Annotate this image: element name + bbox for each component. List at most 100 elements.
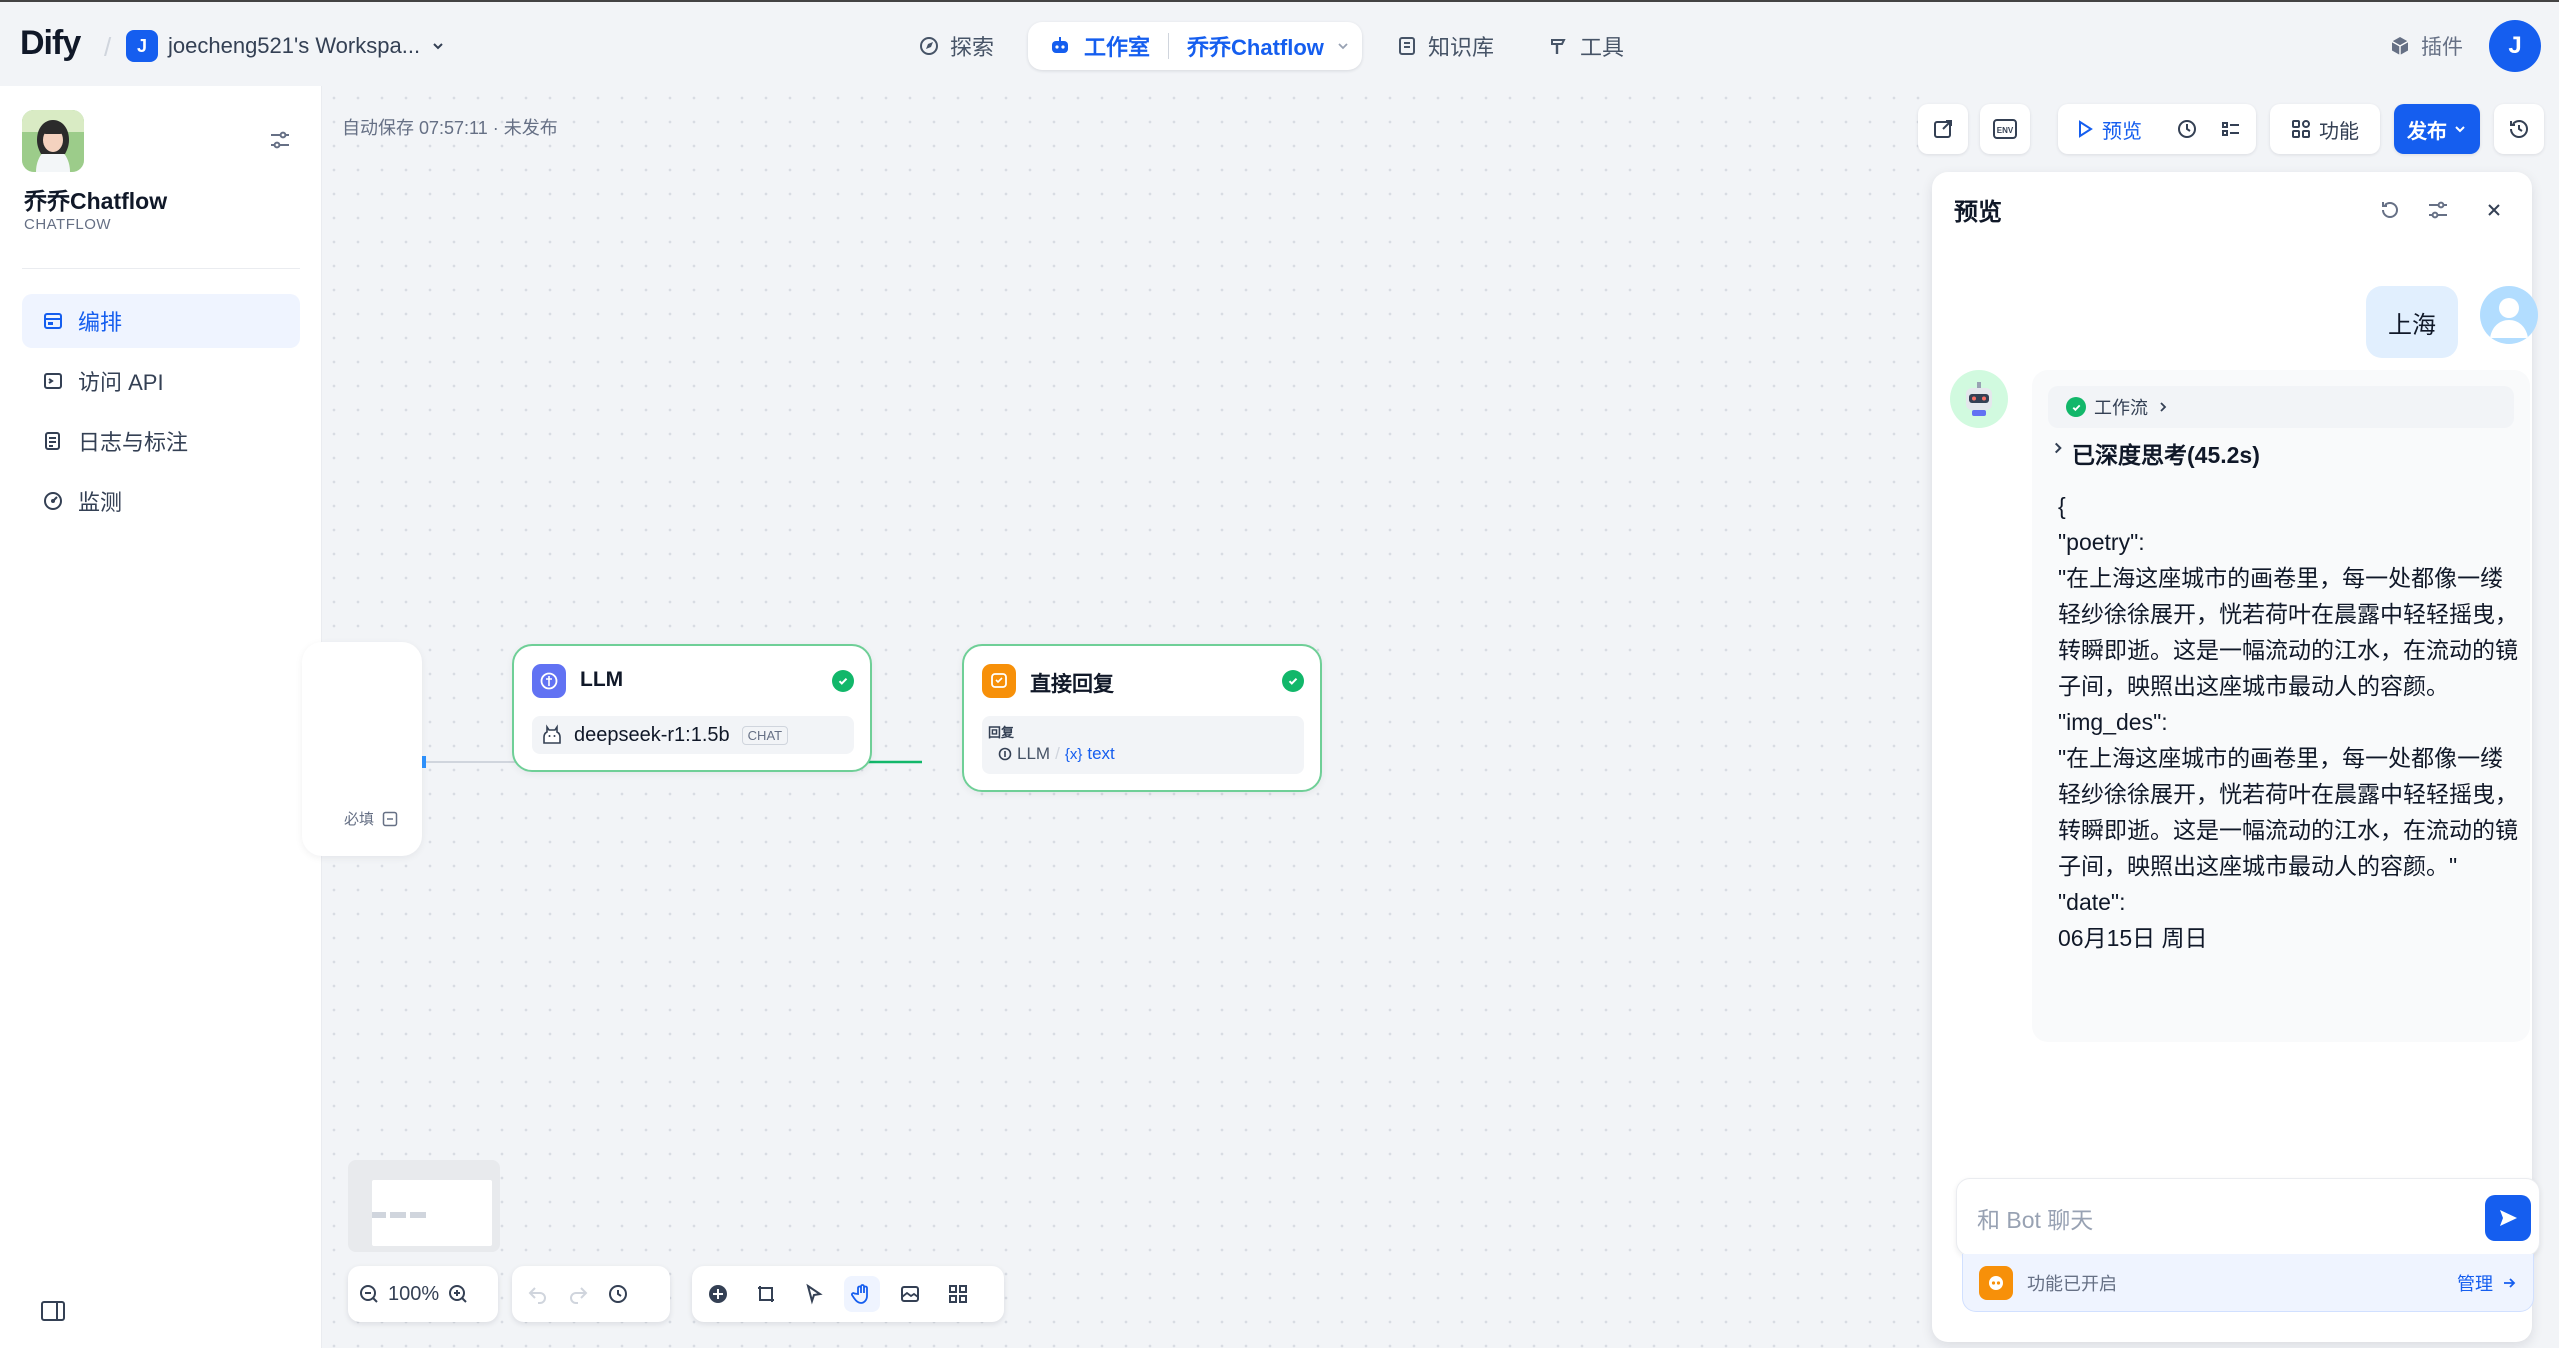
llm-node-title: LLM <box>580 668 624 691</box>
dify-logo[interactable]: Dify <box>20 24 81 63</box>
zoom-level[interactable]: 100% <box>388 1283 439 1306</box>
app-avatar[interactable] <box>22 110 84 172</box>
monitor-icon <box>44 492 62 510</box>
features-grid-icon <box>2292 120 2310 138</box>
workspace-switcher[interactable]: J joecheng521's Workspa... <box>126 28 446 64</box>
variables-settings-icon[interactable] <box>2426 198 2450 222</box>
deep-thinking-toggle[interactable]: 已深度思考(45.2s) <box>2072 436 2260 470</box>
breadcrumb-divider: / <box>104 32 112 62</box>
app-name: 乔乔Chatflow <box>24 188 168 214</box>
autosave-status: 自动保存 07:57:11 · 未发布 <box>342 118 558 138</box>
cube-icon <box>2391 37 2409 55</box>
nav-studio[interactable]: 工作室 <box>1084 30 1150 62</box>
history-icon[interactable] <box>606 1282 630 1306</box>
workflow-canvas[interactable]: 自动保存 07:57:11 · 未发布 必填 LLM deepseek-r1:1… <box>302 86 1930 1348</box>
minimap-node <box>410 1212 426 1218</box>
hand-icon <box>851 1284 868 1304</box>
chevron-right-icon[interactable] <box>2050 440 2066 456</box>
env-icon: ENV <box>1993 119 2017 139</box>
workflow-status[interactable]: 工作流 <box>2048 386 2514 428</box>
compass-icon <box>920 37 938 55</box>
answer-line: "在上海这座城市的画卷里，每一处都像一缕轻纱徐徐展开，恍若荷叶在晨露中轻轻摇曳，… <box>2058 745 2518 879</box>
orchestrate-icon <box>44 313 62 329</box>
llm-model-tag: CHAT <box>741 725 789 745</box>
bot-avatar <box>1950 370 2008 428</box>
robot-icon <box>1052 37 1068 53</box>
answer-variable-ref: LLM / {x} text <box>998 744 1115 764</box>
answer-node-title: 直接回复 <box>1030 673 1114 696</box>
app-settings-icon[interactable] <box>268 128 292 152</box>
image-icon <box>901 1286 919 1302</box>
chevron-down-icon <box>433 43 443 50</box>
collapse-sidebar-icon[interactable] <box>40 1300 66 1322</box>
version-history-button[interactable] <box>2494 104 2544 154</box>
export-image-button[interactable] <box>892 1276 928 1312</box>
success-check-icon <box>832 670 854 692</box>
edit-env-button[interactable] <box>1918 104 1968 154</box>
llm-node[interactable]: LLM deepseek-r1:1.5b CHAT <box>512 644 872 772</box>
add-node-button[interactable] <box>700 1276 736 1312</box>
variable-icon: {x} <box>1064 745 1083 763</box>
top-header: Dify / J joecheng521's Workspa... 探索 工作室… <box>0 0 2559 86</box>
pointer-mode-button[interactable] <box>796 1276 832 1312</box>
user-avatar[interactable]: J <box>2489 20 2541 72</box>
close-icon[interactable] <box>2486 202 2502 218</box>
nav-explore[interactable]: 探索 <box>918 22 994 70</box>
sidebar-item-orchestrate[interactable]: 编排 <box>22 294 300 348</box>
zoom-in-icon[interactable] <box>447 1283 469 1305</box>
nav-tools[interactable]: 工具 <box>1548 22 1624 70</box>
hammer-icon <box>1551 39 1566 54</box>
workspace-name: joecheng521's Workspa... <box>168 33 421 58</box>
sidebar-item-api[interactable]: 访问 API <box>22 354 300 408</box>
app-sidebar: 乔乔Chatflow CHATFLOW 编排 访问 API 日志与标注 监测 <box>0 86 322 1348</box>
plugins-button[interactable]: 插件 <box>2389 31 2463 61</box>
book-icon <box>1399 37 1415 55</box>
nav-divider <box>1168 33 1170 59</box>
answer-line: "date": <box>2058 889 2126 915</box>
chat-input[interactable]: 和 Bot 聊天 <box>1977 1201 2093 1235</box>
restart-icon[interactable] <box>2378 198 2402 222</box>
checklist-clock-icon[interactable] <box>2176 118 2198 140</box>
organize-button[interactable] <box>940 1276 976 1312</box>
nav-knowledge[interactable]: 知识库 <box>1396 22 1494 70</box>
manage-features-link[interactable]: 管理 <box>2457 1270 2517 1296</box>
add-note-button[interactable] <box>748 1276 784 1312</box>
success-check-icon <box>1282 670 1304 692</box>
publish-button[interactable]: 发布 <box>2394 104 2480 154</box>
chat-input-box: 和 Bot 聊天 <box>1956 1178 2540 1256</box>
app-switcher[interactable]: 乔乔Chatflow <box>1187 30 1324 62</box>
preview-title: 预览 <box>1954 199 2002 226</box>
plus-circle-icon <box>709 1285 727 1303</box>
answer-node[interactable]: 直接回复 回复 LLM / {x} text <box>962 644 1322 792</box>
redo-icon[interactable] <box>566 1282 590 1306</box>
portrait-image <box>22 110 84 172</box>
llm-model-name: deepseek-r1:1.5b <box>574 723 730 746</box>
answer-icon <box>982 664 1016 698</box>
preview-button[interactable]: 预览 <box>2102 115 2142 144</box>
features-icon <box>1979 1265 2013 1300</box>
chevron-down-icon <box>1338 43 1348 50</box>
llm-icon <box>532 664 566 698</box>
answer-line: "poetry": <box>2058 529 2145 555</box>
answer-text: { "poetry": "在上海这座城市的画卷里，每一处都像一缕轻纱徐徐展开，恍… <box>2058 488 2518 956</box>
answer-content-chip: 回复 LLM / {x} text <box>982 716 1304 774</box>
sidebar-item-logs[interactable]: 日志与标注 <box>22 414 300 468</box>
cursor-icon <box>806 1283 823 1305</box>
features-button[interactable]: 功能 <box>2270 104 2380 154</box>
zoom-controls: 100% <box>348 1266 498 1322</box>
app-type: CHATFLOW <box>24 216 112 233</box>
terminal-icon <box>44 373 62 389</box>
sidebar-item-monitor[interactable]: 监测 <box>22 474 300 528</box>
hand-mode-button[interactable] <box>844 1276 880 1312</box>
env-variables-button[interactable]: ENV <box>1980 104 2030 154</box>
send-button[interactable] <box>2485 1195 2531 1241</box>
open-editor-icon <box>1934 120 1952 138</box>
user-message: 上海 <box>2366 286 2458 358</box>
start-node[interactable]: 必填 <box>302 642 422 856</box>
undo-icon[interactable] <box>526 1282 550 1306</box>
canvas-minimap[interactable] <box>348 1160 500 1252</box>
note-icon <box>758 1286 774 1302</box>
zoom-out-icon[interactable] <box>358 1283 380 1305</box>
header-right: 插件 J <box>2389 20 2541 72</box>
checklist-icon[interactable] <box>2220 118 2242 140</box>
